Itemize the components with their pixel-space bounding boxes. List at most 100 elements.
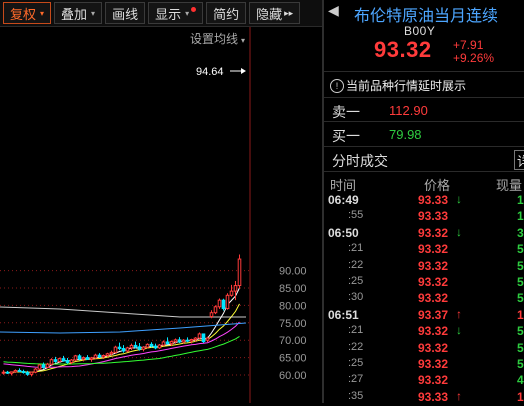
candle-up xyxy=(193,337,198,341)
tick-row: :27 93.32 4 xyxy=(324,373,524,389)
candle-up xyxy=(45,363,50,368)
candle-up xyxy=(217,299,222,308)
simple-mode-button[interactable]: 简约 xyxy=(206,2,247,24)
candle-up xyxy=(1,371,6,374)
candle-down xyxy=(133,344,138,348)
draw-line-button[interactable]: 画线 xyxy=(105,2,146,24)
tick-time: 06:49 xyxy=(328,193,359,207)
tab-details[interactable]: 详 xyxy=(514,150,524,170)
y-tick-label: 90.00 xyxy=(279,266,307,278)
divider xyxy=(324,146,524,147)
simple-mode-label: 简约 xyxy=(213,6,240,22)
tick-time: :55 xyxy=(348,209,364,222)
candle-up xyxy=(81,357,86,360)
restore-rights-dropdown[interactable]: 复权 ▾ xyxy=(3,2,52,24)
candle-up xyxy=(237,258,242,287)
chevron-down-icon: ▾ xyxy=(40,8,45,18)
overlay-label: 叠加 xyxy=(61,6,88,22)
tick-row: :21 93.32 5 xyxy=(324,242,524,258)
candle-down xyxy=(5,371,10,374)
candle-down xyxy=(97,354,102,358)
tick-price: 93.32 xyxy=(418,291,449,306)
tick-time: :25 xyxy=(348,275,364,287)
candle-up xyxy=(33,368,38,373)
tick-time: :30 xyxy=(348,291,364,304)
candle-down xyxy=(153,345,158,349)
arrow-up-icon: ↑ xyxy=(456,388,462,403)
tick-time: :25 xyxy=(348,357,364,369)
tick-row: :22 93.32 5 xyxy=(324,341,524,357)
ma120-line xyxy=(0,322,247,334)
tick-row: :55 93.33 1 xyxy=(324,209,524,225)
tick-volume: 1 xyxy=(517,307,524,322)
candle-down xyxy=(165,341,170,345)
candle-up xyxy=(229,290,234,296)
ma5-line xyxy=(3,287,240,374)
candle-down xyxy=(65,360,70,363)
ma250-line xyxy=(0,306,246,318)
candle-down xyxy=(77,355,82,360)
price-axis: 90.00 85.00 80.00 75.00 70.00 65.00 60.00 xyxy=(279,266,307,382)
tick-row: :30 93.32 5 xyxy=(324,291,524,307)
candle-up xyxy=(145,343,150,348)
tick-price: 93.32 xyxy=(418,225,449,240)
tick-row: 06:49 93.33 ↓ 1 xyxy=(324,192,524,209)
hide-button[interactable]: 隐藏 ▸▸ xyxy=(249,2,301,24)
tick-row: 06:50 93.32 ↓ 3 xyxy=(324,224,524,242)
y-tick-label: 80.00 xyxy=(279,300,307,312)
tick-volume: 5 xyxy=(517,242,524,257)
arrow-down-icon: ↓ xyxy=(456,224,462,239)
candle-up xyxy=(129,344,134,349)
candle-down xyxy=(221,299,226,310)
display-dropdown[interactable]: 显示 ▾ xyxy=(148,2,204,24)
candle-up xyxy=(89,357,94,360)
quote-panel: ◀ 布伦特原油当月连续 B00Y 93.32 +7.91 +9.26% ! 当前… xyxy=(324,0,524,404)
candle-up xyxy=(213,306,218,314)
tick-volume: 5 xyxy=(517,340,524,355)
tick-volume: 1 xyxy=(517,193,524,207)
candle-up xyxy=(209,312,214,318)
chart-toolbar: 复权 ▾ 叠加 ▾ 画线 显示 ▾ 简约 隐藏 ▸▸ xyxy=(0,0,322,27)
hide-label: 隐藏 xyxy=(256,6,283,22)
candle-down xyxy=(185,339,190,342)
ask-price: 112.90 xyxy=(389,103,428,118)
tick-volume: 3 xyxy=(517,225,524,240)
candle-down xyxy=(177,339,182,343)
candle-up xyxy=(189,339,194,342)
divider xyxy=(324,171,524,172)
arrow-down-icon: ↓ xyxy=(456,192,462,206)
candlestick-chart[interactable]: 90.00 85.00 80.00 75.00 70.00 65.00 60.00 94.6… xyxy=(0,27,322,403)
candle-up xyxy=(197,333,202,339)
tick-row: :22 93.32 5 xyxy=(324,259,524,275)
candle-down xyxy=(25,372,30,375)
tick-price: 93.32 xyxy=(418,373,449,388)
y-tick-label: 85.00 xyxy=(279,283,307,295)
tick-price: 93.37 xyxy=(418,307,449,322)
arrow-down-icon: ↓ xyxy=(456,323,462,338)
tick-price: 93.32 xyxy=(418,258,449,273)
candle-up xyxy=(169,341,174,345)
tick-time: :27 xyxy=(348,373,364,386)
candle-up xyxy=(49,359,54,365)
tick-price: 93.32 xyxy=(418,275,449,289)
candle-down xyxy=(85,357,90,360)
divider xyxy=(324,97,524,98)
candle-up xyxy=(101,355,106,358)
tick-price: 93.33 xyxy=(418,209,449,224)
instrument-name: 布伦特原油当月连续 xyxy=(354,8,499,25)
candle-up xyxy=(157,344,162,349)
candle-down xyxy=(21,371,26,374)
price-change-percent: +9.26% xyxy=(453,51,495,65)
divider xyxy=(324,71,524,72)
tick-volume: 5 xyxy=(517,275,524,289)
candle-up xyxy=(205,337,210,341)
candle-up xyxy=(113,346,118,353)
y-tick-label: 60.00 xyxy=(279,370,307,382)
candle-up xyxy=(13,369,18,373)
back-arrow-icon[interactable]: ◀ xyxy=(328,2,339,19)
candle-down xyxy=(17,369,22,373)
candle-up xyxy=(57,358,62,362)
overlay-dropdown[interactable]: 叠加 ▾ xyxy=(54,2,103,24)
candle-up xyxy=(73,355,78,361)
last-price: 93.32 xyxy=(374,37,432,62)
